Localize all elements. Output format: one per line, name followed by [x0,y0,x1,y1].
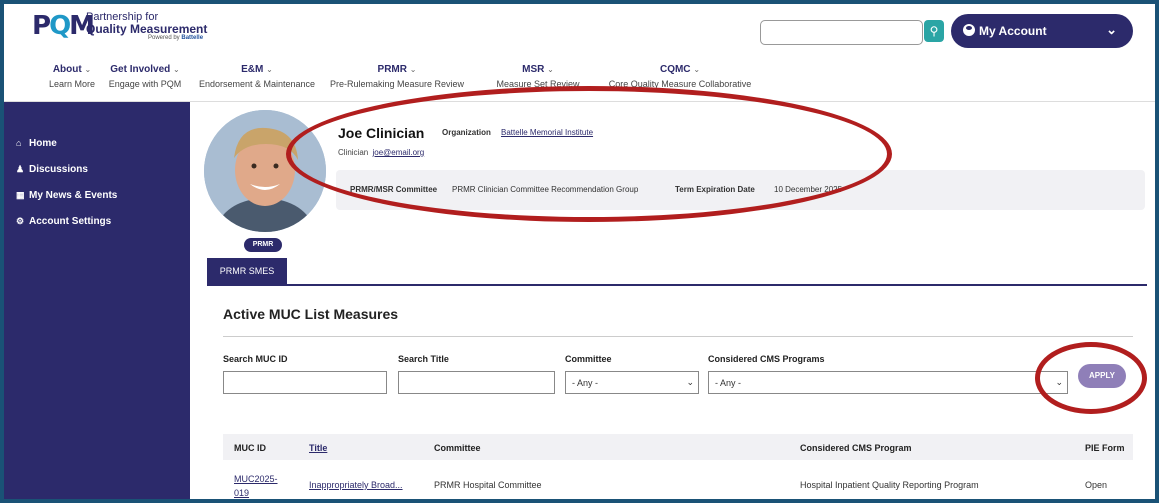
nav-title: MSR [522,64,545,75]
sidebar-item-label: Home [29,138,57,149]
user-icon [963,24,975,36]
nav-cqmc[interactable]: CQMC ⌄ Core Quality Measure Collaborativ… [600,64,760,89]
committee-value: PRMR Clinician Committee Recommendation … [452,185,639,194]
committee-select[interactable]: - Any - ⌄ [565,371,699,394]
logo-mark: PQM [32,11,95,41]
chevron-down-icon: ⌄ [547,65,554,74]
nav-em[interactable]: E&M ⌄ Endorsement & Maintenance [194,64,320,89]
nav-title: PRMR [377,64,407,75]
programs-select-value: - Any - [715,378,742,388]
programs-select[interactable]: - Any - ⌄ [708,371,1068,394]
role-label: Clinician [338,148,369,157]
committee-filter-label: Committee [565,354,612,364]
sidebar-item-label: Discussions [29,164,88,175]
chevron-down-icon: ⌄ [1106,22,1117,37]
nav-title: E&M [241,64,264,75]
search-input[interactable] [760,20,923,45]
role-badge: PRMR [244,238,282,252]
apply-button[interactable]: APPLY [1078,364,1126,388]
col-cms-program: Considered CMS Program [800,443,912,453]
org-link[interactable]: Battelle Memorial Institute [501,128,593,137]
nav-subtitle: Engage with PQM [108,79,182,89]
nav-subtitle: Learn More [48,79,96,89]
site-header: PQM Partnership for Quality Measurement … [4,4,1155,102]
committee-select-value: - Any - [572,378,599,388]
calendar-icon: ▦ [16,190,25,200]
tab-underline [207,284,1147,286]
nav-title: Get Involved [110,64,171,75]
chevron-down-icon: ⌄ [84,65,92,74]
search-button[interactable]: ⚲ [924,20,944,42]
chevron-down-icon: ⌄ [173,65,180,74]
nav-subtitle: Measure Set Review [496,79,580,89]
muc-id-input[interactable] [223,371,387,394]
search-icon: ⚲ [929,24,939,38]
sidebar: ⌂ Home ♟ Discussions ▦ My News & Events ⚙ Ac… [4,102,190,499]
logo-line-2: Quality Measurement [86,22,208,36]
row-committee: PRMR Hospital Committee [434,480,542,490]
committee-label: PRMR/MSR Committee [350,185,438,194]
sidebar-item-home[interactable]: ⌂ Home [16,138,57,149]
programs-label: Considered CMS Programs [708,354,825,364]
table-header: MUC ID Title Committee Considered CMS Pr… [223,434,1133,460]
sidebar-item-account-settings[interactable]: ⚙ Account Settings [16,216,111,227]
sidebar-item-label: Account Settings [29,216,112,227]
col-committee: Committee [434,443,481,453]
my-account-label: My Account [979,24,1047,38]
nav-subtitle: Endorsement & Maintenance [198,79,316,89]
avatar-photo [204,110,326,232]
home-icon: ⌂ [16,138,22,148]
chevron-down-icon: ⌄ [1055,377,1063,387]
title-link[interactable]: Inappropriately Broad... [309,480,403,490]
table-row: MUC2025-019 Inappropriately Broad... PRM… [223,466,1133,499]
muc-id-label: Search MUC ID [223,354,288,364]
term-label: Term Expiration Date [675,185,755,194]
nav-prmr[interactable]: PRMR ⌄ Pre-Rulemaking Measure Review [326,64,468,89]
users-icon: ♟ [16,164,25,174]
nav-subtitle: Pre-Rulemaking Measure Review [329,79,465,89]
sidebar-item-news-events[interactable]: ▦ My News & Events [16,190,117,201]
nav-get-involved[interactable]: Get Involved ⌄ Engage with PQM [106,64,184,89]
committee-info: PRMR/MSR Committee PRMR Clinician Commit… [336,170,1145,210]
org-label: Organization [442,128,491,137]
sidebar-item-label: My News & Events [29,190,118,201]
profile-name: Joe Clinician [338,125,425,141]
email-link[interactable]: joe@email.org [372,148,424,157]
chevron-down-icon: ⌄ [693,65,701,74]
term-value: 10 December 2025 [774,185,843,194]
profile-role-line: Clinician joe@email.org [338,148,424,157]
title-label: Search Title [398,354,449,364]
col-muc-id[interactable]: MUC ID [234,443,266,453]
row-cms-program: Hospital Inpatient Quality Reporting Pro… [800,480,979,490]
nav-msr[interactable]: MSR ⌄ Measure Set Review [482,64,594,89]
nav-about[interactable]: About ⌄ Learn More [42,64,102,89]
muc-id-link[interactable]: MUC2025-019 [234,472,278,499]
row-pie-form: Open [1085,480,1108,490]
chevron-down-icon: ⌄ [686,377,694,387]
col-pie-form: PIE Form [1085,443,1125,453]
my-account-button[interactable]: My Account ⌄ [951,14,1133,48]
section-title: Active MUC List Measures [223,306,399,322]
chevron-down-icon: ⌄ [409,65,417,74]
title-input[interactable] [398,371,555,394]
divider [223,336,1133,337]
sidebar-item-discussions[interactable]: ♟ Discussions [16,164,88,175]
tab-prmr-smes[interactable]: PRMR SMES [207,258,287,284]
page-frame: PQM Partnership for Quality Measurement … [4,4,1155,499]
nav-title: About [52,64,82,75]
nav-subtitle: Core Quality Measure Collaborative [608,79,752,89]
col-title[interactable]: Title [309,443,327,453]
nav-title: CQMC [659,64,691,75]
pqm-logo[interactable]: PQM Partnership for Quality Measurement … [32,11,252,41]
avatar [204,110,326,232]
gear-icon: ⚙ [16,216,25,226]
chevron-down-icon: ⌄ [266,65,273,74]
logo-line-3: Powered by Battelle [148,35,204,41]
